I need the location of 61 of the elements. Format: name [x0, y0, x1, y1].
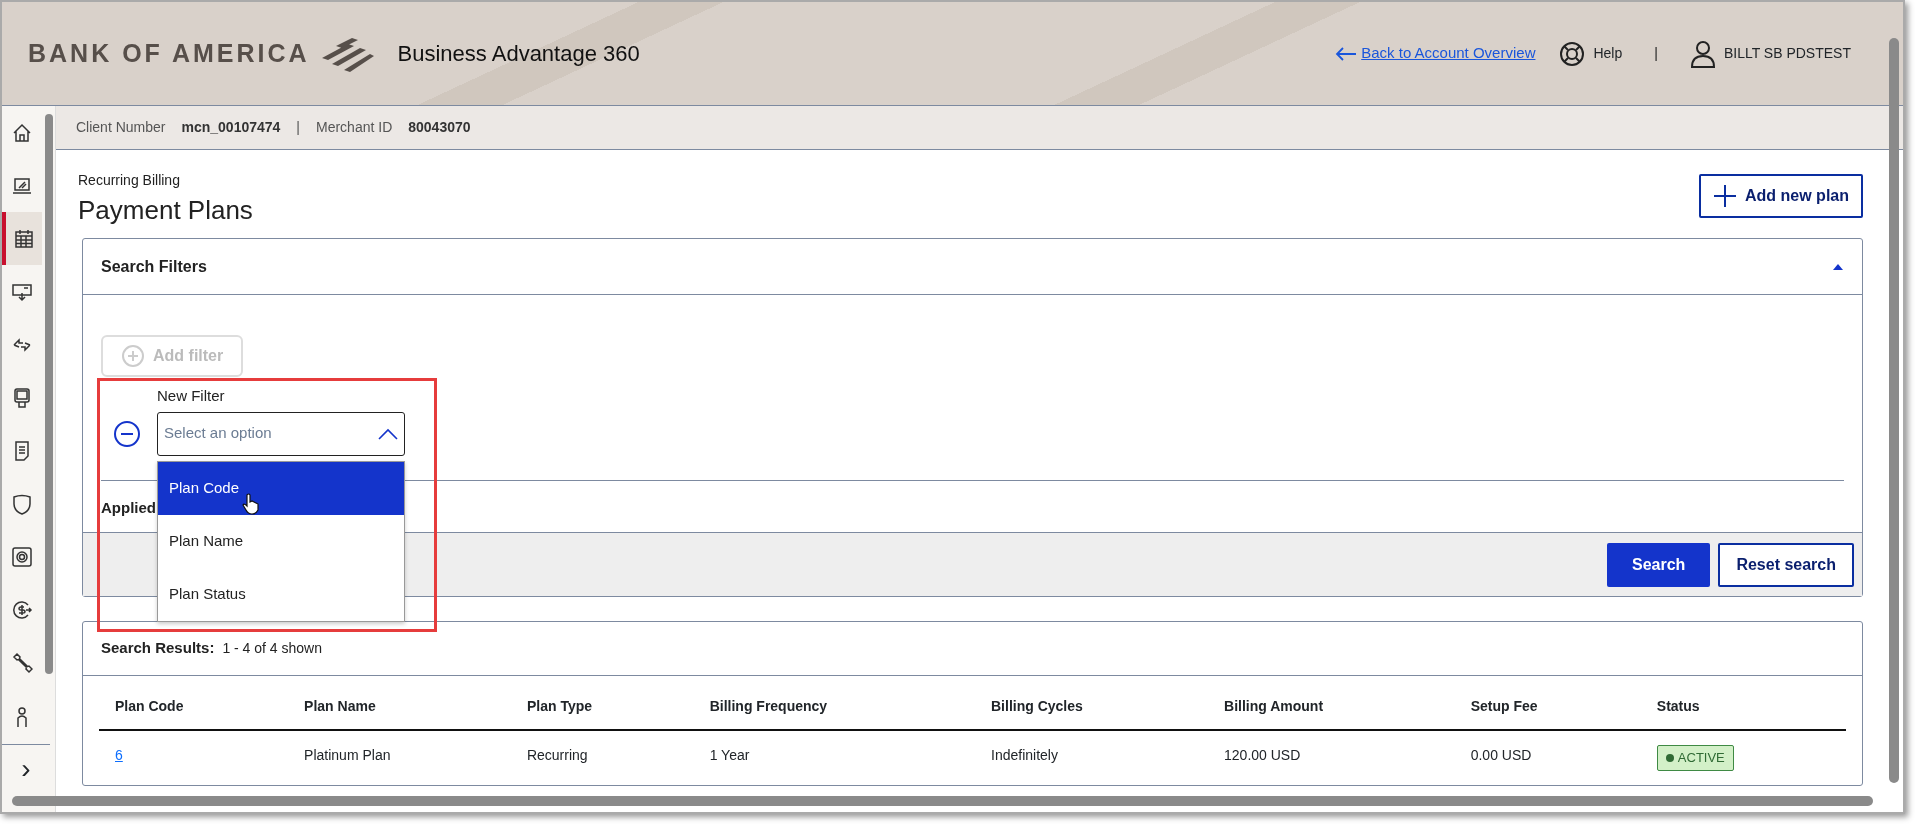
- back-link[interactable]: Back to Account Overview: [1335, 42, 1536, 65]
- applied-filters-label: Applied: [101, 498, 156, 516]
- table-cell: Recurring: [526, 747, 588, 763]
- column-header: Plan Code: [99, 684, 289, 730]
- search-button[interactable]: Search: [1607, 542, 1711, 587]
- column-header: Plan Type: [510, 684, 694, 730]
- table-cell: Indefinitely: [991, 747, 1058, 763]
- column-header: Billing Cycles: [975, 684, 1209, 730]
- filters-title: Search Filters: [101, 256, 207, 277]
- calendar-icon: [13, 227, 35, 250]
- merchant-id-value: 80043070: [408, 118, 471, 137]
- status-badge: ACTIVE: [1656, 745, 1734, 771]
- dropdown-option[interactable]: Plan Code: [158, 461, 404, 515]
- reset-search-button[interactable]: Reset search: [1718, 542, 1854, 587]
- remove-circle-icon[interactable]: [113, 419, 141, 448]
- dropdown-option[interactable]: Plan Status: [158, 567, 404, 621]
- results-title: Search Results:: [101, 638, 215, 659]
- plus-icon: [1713, 184, 1737, 208]
- filter-select[interactable]: Select an option: [157, 411, 405, 456]
- page-title: Payment Plans: [78, 194, 253, 227]
- client-number-value: mcn_00107474: [181, 118, 281, 137]
- table-cell: Platinum Plan: [304, 747, 391, 763]
- arrow-left-icon: [1335, 46, 1358, 61]
- new-filter-label: New Filter: [157, 386, 226, 406]
- help-link[interactable]: Help: [1559, 40, 1623, 67]
- plus-circle-icon: [121, 344, 145, 368]
- dollar-arrow-icon: [11, 598, 33, 621]
- product-name: Business Advantage 360: [397, 40, 640, 68]
- sidebar-item[interactable]: [2, 212, 42, 265]
- user-menu[interactable]: BILLT SB PDSTEST: [1689, 39, 1851, 68]
- column-header: Status: [1640, 684, 1846, 730]
- column-header: Setup Fee: [1454, 684, 1641, 730]
- dropdown-option[interactable]: Plan Name: [158, 514, 404, 568]
- expand-sidebar-button[interactable]: ›: [21, 754, 31, 783]
- column-header: Billing Amount: [1208, 684, 1455, 730]
- column-header: Billing Frequency: [693, 684, 975, 730]
- dot-icon: [1665, 753, 1674, 762]
- hand-cursor-icon: [242, 492, 260, 515]
- scrollbar-thumb[interactable]: [1889, 38, 1899, 783]
- table-cell: 0.00 USD: [1470, 747, 1532, 763]
- add-plan-button[interactable]: Add new plan: [1699, 174, 1863, 218]
- lifebuoy-icon: [1559, 40, 1586, 67]
- breadcrumb: Recurring Billing: [78, 171, 181, 190]
- client-number-label: Client Number: [76, 118, 166, 137]
- user-icon: [1689, 39, 1716, 68]
- merchant-id-label: Merchant ID: [316, 118, 393, 137]
- terminal-icon: [11, 386, 33, 409]
- separator: |: [1654, 44, 1658, 63]
- scrollbar-thumb[interactable]: [45, 114, 53, 674]
- column-header: Plan Name: [288, 684, 511, 730]
- results-count: 1 - 4 of 4 shown: [222, 639, 322, 658]
- table-cell: 120.00 USD: [1224, 747, 1301, 763]
- scrollbar-thumb[interactable]: [12, 796, 1873, 806]
- brand-logo-text: BANK OF AMERICA: [28, 37, 310, 69]
- safe-icon: [11, 545, 33, 568]
- plan-code-link[interactable]: 6: [115, 747, 123, 763]
- separator: |: [296, 118, 300, 137]
- shield-icon: [11, 492, 33, 515]
- table-cell: 1 Year: [709, 747, 750, 763]
- chevron-up-icon: [378, 427, 398, 440]
- home-icon: [11, 121, 33, 144]
